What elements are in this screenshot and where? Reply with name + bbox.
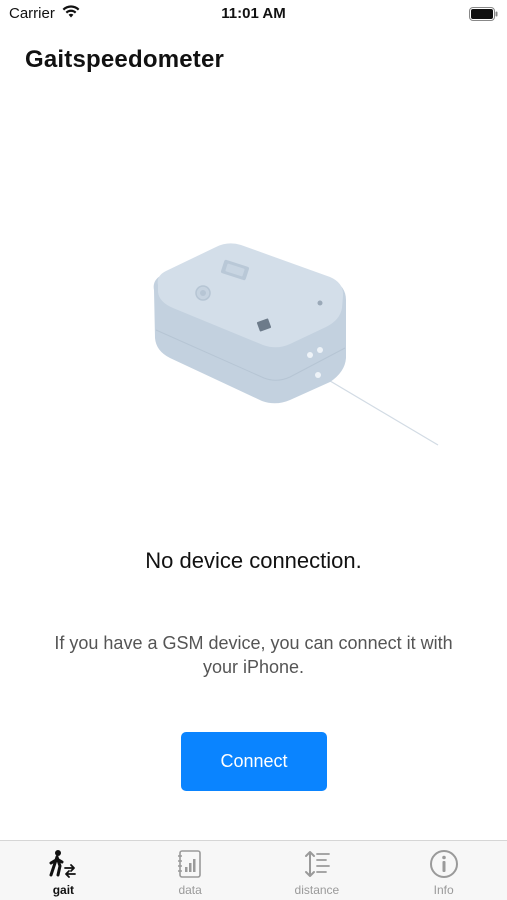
tab-label-gait: gait [52, 883, 75, 897]
page-title: Gaitspeedometer [25, 46, 225, 73]
walking-person-icon [47, 848, 79, 880]
battery-icon [469, 7, 498, 21]
tab-gait[interactable]: gait [0, 841, 127, 900]
tab-data[interactable]: data [127, 841, 254, 900]
tab-distance[interactable]: distance [254, 841, 381, 900]
connection-description: If you have a GSM device, you can connec… [54, 633, 453, 677]
status-time: 11:01 AM [221, 5, 286, 22]
tab-bar: gait data distance Info [0, 840, 507, 900]
tab-label-distance: distance [294, 883, 340, 897]
no-connection-headline: No device connection. [145, 548, 362, 573]
tab-label-data: data [178, 883, 202, 897]
tab-label-info: Info [433, 883, 454, 897]
data-notebook-icon [174, 848, 206, 880]
gsm-device-illustration [140, 230, 450, 455]
connect-button[interactable]: Connect [181, 732, 327, 791]
distance-icon [301, 848, 333, 880]
status-bar: Carrier 11:01 AM [0, 0, 507, 30]
tab-info[interactable]: Info [380, 841, 507, 900]
info-icon [428, 848, 460, 880]
